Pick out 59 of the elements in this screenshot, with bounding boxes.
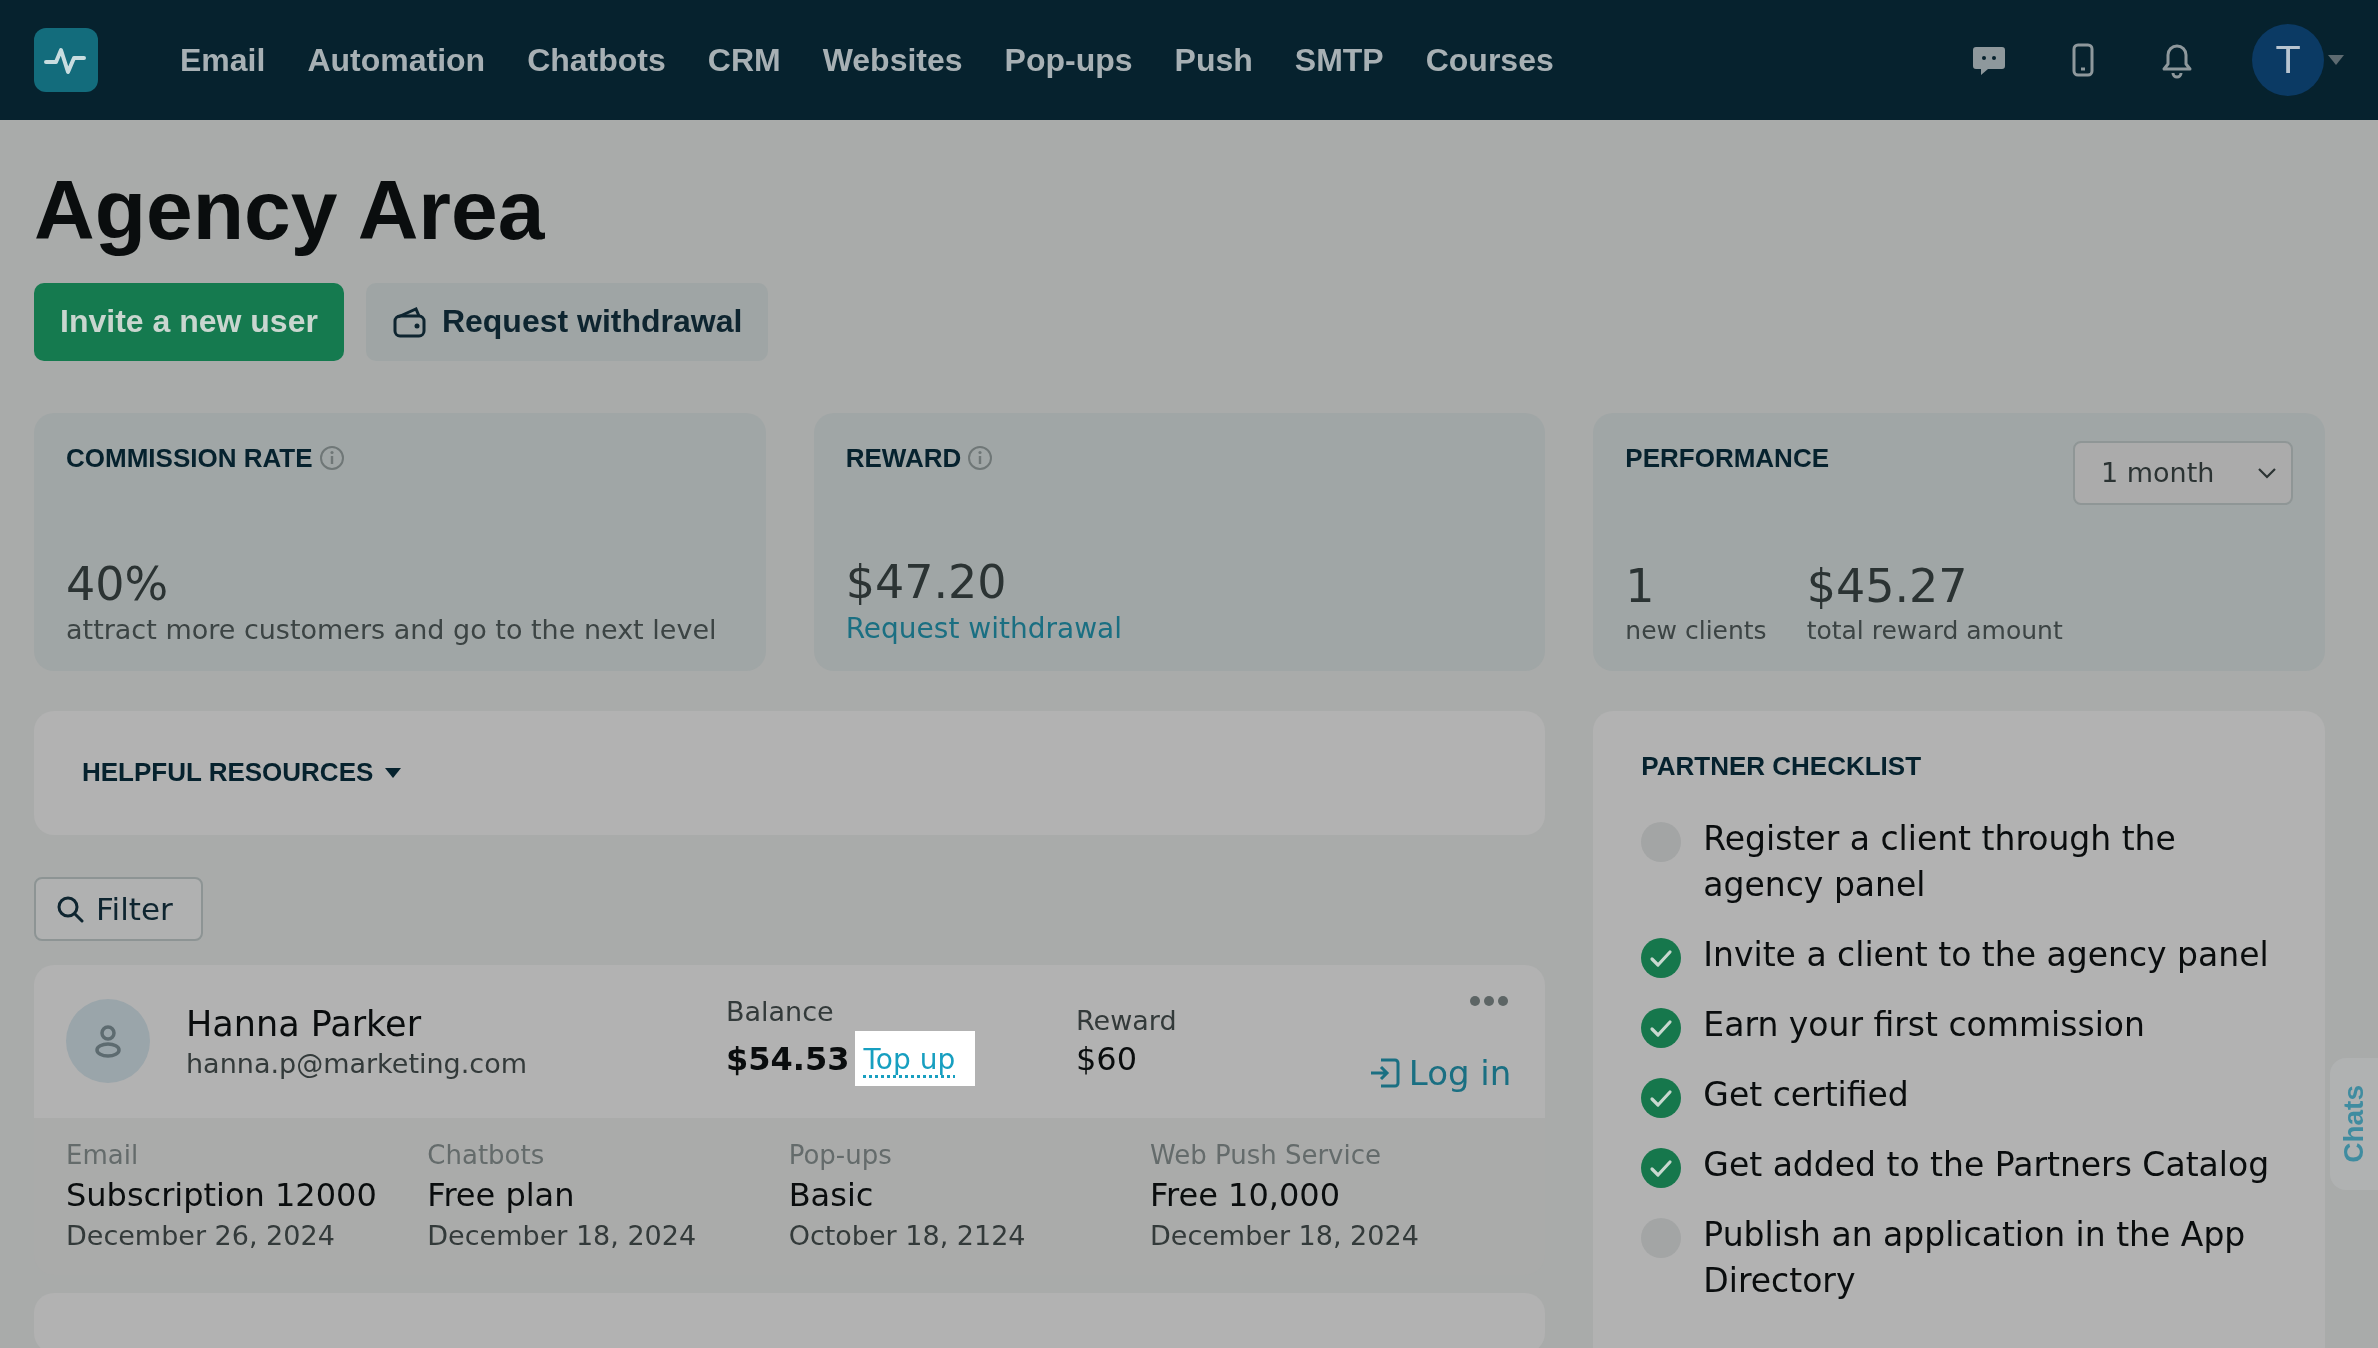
- service-date: December 18, 2024: [1150, 1219, 1420, 1251]
- service-plan: Free plan: [427, 1175, 576, 1214]
- withdrawal-button[interactable]: Request withdrawal: [365, 282, 769, 361]
- rate-value: 40%: [66, 559, 170, 610]
- nav-link[interactable]: Chatbots: [517, 33, 676, 87]
- rate-note: attract more customers and go to the next level: [66, 613, 718, 645]
- page-title: Agency Area: [34, 162, 546, 259]
- service-plan: Subscription 12000: [66, 1175, 378, 1214]
- metric-label: new clients: [1625, 615, 1767, 645]
- nav-link[interactable]: Email: [170, 33, 276, 87]
- checklist-item: Register a client through the agency panel: [1703, 817, 2177, 906]
- service-name: Pop-ups: [788, 1139, 893, 1170]
- user-avatar[interactable]: T: [2252, 24, 2324, 96]
- metric-value: $45.27: [1806, 561, 1969, 612]
- checklist-item: Publish an application in the App Directory: [1703, 1213, 2247, 1302]
- metric-value: 1: [1625, 561, 1656, 612]
- chevron-down-icon: [2257, 466, 2277, 479]
- wallet-icon: [391, 304, 428, 339]
- service-date: October 18, 2124: [788, 1219, 1027, 1251]
- nav-link[interactable]: CRM: [697, 33, 791, 87]
- service-plan: Free 10,000: [1150, 1175, 1342, 1214]
- caret-icon: [385, 767, 402, 778]
- invite-user-button[interactable]: Invite a new user: [34, 282, 344, 361]
- balance-label: Balance: [726, 996, 835, 1028]
- checklist-item: Invite a client to the agency panel: [1703, 933, 2269, 976]
- nav-link[interactable]: Courses: [1415, 33, 1564, 87]
- logo-icon[interactable]: [34, 28, 98, 92]
- checklist-title: PARTNER CHECKLIST: [1641, 750, 1923, 782]
- checklist-item: Earn your first commission: [1703, 1003, 2145, 1046]
- card-title: REWARD: [845, 442, 962, 474]
- balance-value: $54.53: [726, 1039, 850, 1078]
- nav-link[interactable]: SMTP: [1284, 33, 1394, 87]
- search-icon: [56, 894, 84, 923]
- reward-value: $60: [1076, 1039, 1139, 1078]
- checklist-item: Get certified: [1703, 1073, 1909, 1116]
- client-name: Hanna Parker: [186, 1003, 423, 1044]
- nav-link[interactable]: Pop-ups: [994, 33, 1143, 87]
- reward-label: Reward: [1076, 1004, 1177, 1036]
- service-name: Web Push Service: [1150, 1139, 1382, 1170]
- service-date: December 26, 2024: [66, 1219, 336, 1251]
- more-options-icon[interactable]: [1469, 994, 1510, 1007]
- service-name: Email: [66, 1139, 140, 1170]
- card-title: PERFORMANCE: [1625, 442, 1829, 474]
- service-date: December 18, 2024: [427, 1219, 698, 1251]
- person-icon: [93, 1023, 123, 1060]
- nav-link[interactable]: Automation: [297, 33, 496, 87]
- caret-icon[interactable]: [2328, 55, 2344, 65]
- card-title: COMMISSION RATE: [66, 442, 313, 474]
- service-name: Chatbots: [427, 1139, 546, 1170]
- resources-toggle[interactable]: HELPFUL RESOURCES: [82, 757, 402, 789]
- service-plan: Basic: [788, 1175, 875, 1214]
- metric-label: total reward amount: [1806, 615, 2063, 645]
- nav-link[interactable]: Websites: [812, 33, 973, 87]
- reward-value: $47.20: [845, 557, 1008, 608]
- period-dropdown[interactable]: 1 month: [2073, 440, 2293, 505]
- nav-link[interactable]: Push: [1164, 33, 1263, 87]
- checklist-item: Get added to the Partners Catalog: [1703, 1143, 2270, 1186]
- filter-button[interactable]: Filter: [34, 876, 203, 941]
- client-email: hanna.p@marketing.com: [186, 1047, 528, 1079]
